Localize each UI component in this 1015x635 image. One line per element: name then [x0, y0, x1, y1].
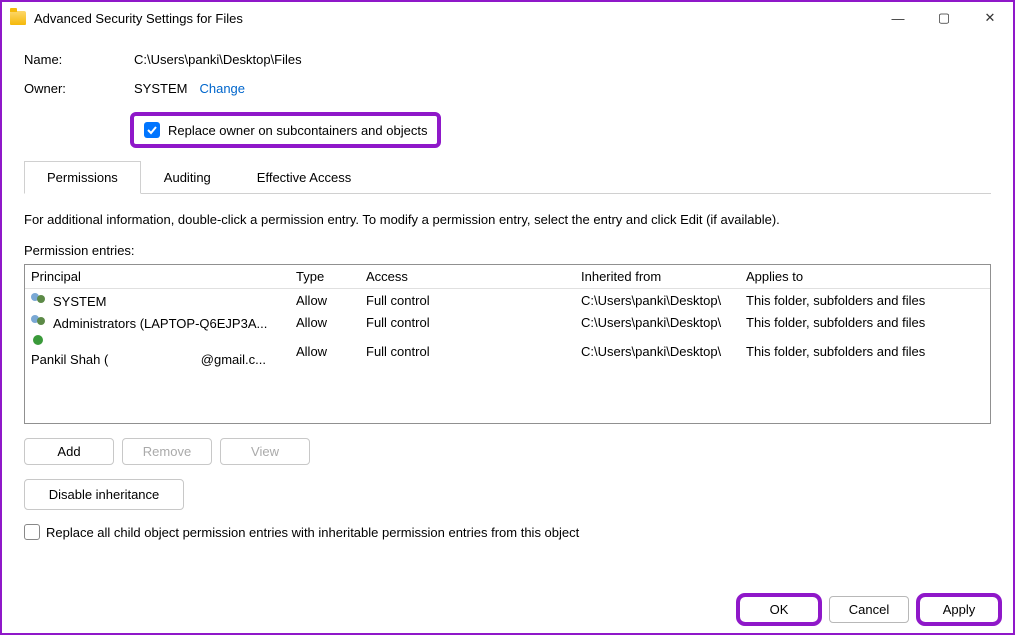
maximize-button[interactable]: ▢ [921, 2, 967, 34]
col-access[interactable]: Access [366, 269, 581, 284]
instructions-text: For additional information, double-click… [24, 212, 991, 227]
name-value: C:\Users\panki\Desktop\Files [134, 52, 302, 67]
col-inherited[interactable]: Inherited from [581, 269, 746, 284]
table-row[interactable]: Administrators (LAPTOP-Q6EJP3A... Allow … [25, 311, 990, 333]
tab-effective-access[interactable]: Effective Access [234, 161, 374, 194]
remove-button[interactable]: Remove [122, 438, 212, 465]
title-bar: Advanced Security Settings for Files [2, 2, 1013, 34]
minimize-button[interactable]: — [875, 2, 921, 34]
tab-permissions[interactable]: Permissions [24, 161, 141, 194]
change-owner-link[interactable]: Change [199, 81, 245, 96]
replace-all-label: Replace all child object permission entr… [46, 525, 579, 540]
folder-icon [10, 11, 26, 25]
owner-label: Owner: [24, 81, 134, 96]
col-principal[interactable]: Principal [31, 269, 296, 284]
view-button[interactable]: View [220, 438, 310, 465]
dialog-footer: OK Cancel Apply [739, 596, 999, 623]
window-controls: — ▢ ✕ [875, 2, 1013, 34]
permission-entries-table[interactable]: Principal Type Access Inherited from App… [24, 264, 991, 424]
tabs: Permissions Auditing Effective Access [24, 160, 991, 194]
disable-inheritance-button[interactable]: Disable inheritance [24, 479, 184, 510]
replace-owner-label: Replace owner on subcontainers and objec… [168, 123, 427, 138]
check-icon [146, 124, 158, 136]
owner-value: SYSTEM [134, 81, 187, 96]
window-title: Advanced Security Settings for Files [34, 11, 243, 26]
close-button[interactable]: ✕ [967, 2, 1013, 34]
table-row[interactable]: Pankil Shah (@gmail.c... Allow Full cont… [25, 333, 990, 369]
user-icon [31, 335, 49, 349]
col-applies[interactable]: Applies to [746, 269, 984, 284]
group-icon [31, 291, 49, 305]
ok-button[interactable]: OK [739, 596, 819, 623]
table-row[interactable]: SYSTEM Allow Full control C:\Users\panki… [25, 289, 990, 311]
entries-label: Permission entries: [24, 243, 991, 258]
tab-auditing[interactable]: Auditing [141, 161, 234, 194]
replace-all-checkbox[interactable] [24, 524, 40, 540]
cancel-button[interactable]: Cancel [829, 596, 909, 623]
add-button[interactable]: Add [24, 438, 114, 465]
name-label: Name: [24, 52, 134, 67]
replace-owner-highlight: Replace owner on subcontainers and objec… [130, 112, 441, 148]
group-icon [31, 313, 49, 327]
col-type[interactable]: Type [296, 269, 366, 284]
apply-button[interactable]: Apply [919, 596, 999, 623]
replace-owner-checkbox[interactable] [144, 122, 160, 138]
